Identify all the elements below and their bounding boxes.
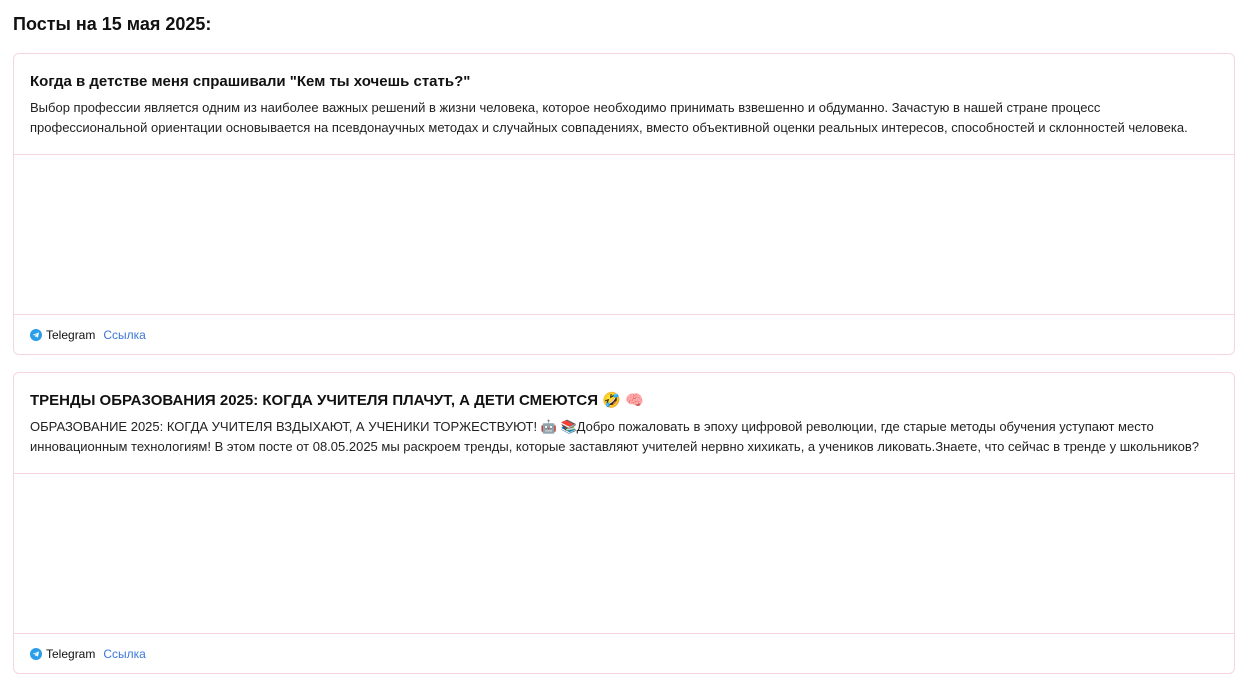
post-title: ТРЕНДЫ ОБРАЗОВАНИЯ 2025: КОГДА УЧИТЕЛЯ П…	[30, 392, 644, 409]
post-footer: Telegram Ссылка	[30, 644, 146, 664]
post-excerpt: ОБРАЗОВАНИЕ 2025: КОГДА УЧИТЕЛЯ ВЗДЫХАЮТ…	[30, 419, 1199, 454]
posts-page: Посты на 15 мая 2025: Когда в детстве ме…	[0, 0, 1251, 693]
post-title: Когда в детстве меня спрашивали "Кем ты …	[30, 73, 471, 90]
page-title: Посты на 15 мая 2025:	[13, 14, 212, 34]
post-media	[14, 155, 1234, 315]
post-source: Telegram	[46, 328, 96, 342]
post-source: Telegram	[46, 647, 96, 661]
telegram-icon	[30, 329, 42, 341]
post-media	[14, 474, 1234, 634]
telegram-icon	[30, 648, 42, 660]
post-link[interactable]: Ссылка	[103, 644, 145, 664]
post-card: ТРЕНДЫ ОБРАЗОВАНИЯ 2025: КОГДА УЧИТЕЛЯ П…	[13, 372, 1235, 674]
post-link[interactable]: Ссылка	[103, 325, 145, 345]
post-footer: Telegram Ссылка	[30, 325, 146, 345]
post-excerpt: Выбор профессии является одним из наибол…	[30, 100, 1188, 135]
post-card: Когда в детстве меня спрашивали "Кем ты …	[13, 53, 1235, 355]
post-header: Когда в детстве меня спрашивали "Кем ты …	[14, 54, 1234, 155]
post-header: ТРЕНДЫ ОБРАЗОВАНИЯ 2025: КОГДА УЧИТЕЛЯ П…	[14, 373, 1234, 474]
